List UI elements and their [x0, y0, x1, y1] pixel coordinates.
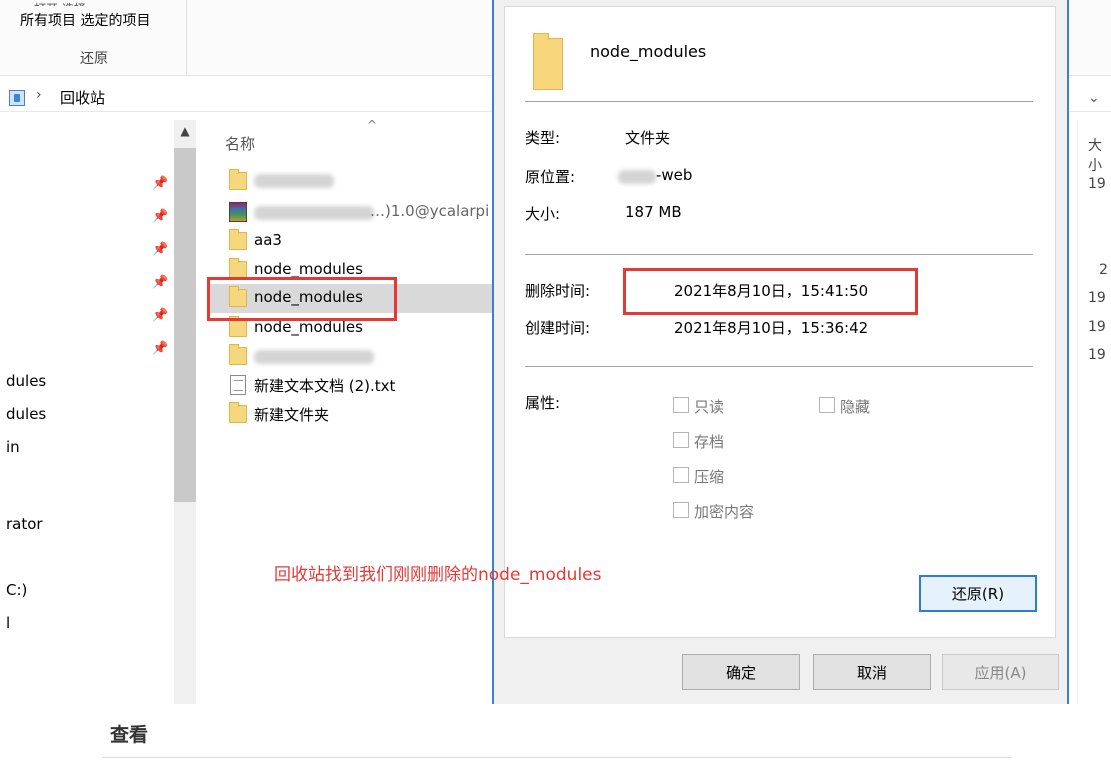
apply-button[interactable]: 应用(A)	[942, 654, 1059, 690]
folder-icon	[229, 402, 247, 423]
pin-icon: 📌	[152, 209, 169, 224]
compress-checkbox[interactable]	[673, 467, 689, 483]
created-time-label: 创建时间:	[525, 319, 591, 337]
section-title: 查看	[110, 724, 149, 746]
nav-item[interactable]: C:)	[6, 581, 27, 599]
folder-large-icon	[533, 33, 563, 90]
nav-item[interactable]: rator	[6, 515, 43, 533]
file-name: 新建文本文档 (2).txt	[254, 377, 396, 395]
folder-icon	[229, 169, 247, 190]
size-value: 19	[1088, 176, 1106, 192]
archive-checkbox[interactable]	[673, 432, 689, 448]
encrypt-label: 加密内容	[694, 503, 755, 521]
archive-label: 存档	[694, 433, 725, 451]
list-item[interactable]: 新建文件夹	[210, 400, 496, 429]
list-item[interactable]: aa3	[210, 227, 496, 256]
encrypt-checkbox[interactable]	[673, 502, 689, 518]
pin-icon: 📌	[152, 176, 169, 191]
divider	[102, 757, 1012, 758]
hidden-checkbox[interactable]	[819, 397, 835, 413]
pin-icon: 📌	[152, 242, 169, 257]
size-value: 2	[1099, 262, 1108, 278]
ok-button[interactable]: 确定	[682, 654, 800, 690]
list-item[interactable]: …)1.0@ycalarpi	[210, 198, 496, 227]
file-name: 新建文件夹	[254, 406, 330, 424]
type-label: 类型:	[525, 129, 561, 147]
divider	[525, 366, 1033, 367]
text-file-icon	[230, 375, 246, 395]
origin-value: -web	[656, 166, 693, 184]
cancel-button[interactable]: 取消	[813, 654, 931, 690]
folder-icon	[229, 316, 247, 337]
compress-label: 压缩	[694, 468, 725, 486]
file-name: …)1.0@ycalarpi	[370, 202, 490, 220]
ribbon-group-label: 还原	[80, 51, 108, 67]
deleted-time-label: 删除时间:	[525, 282, 591, 300]
column-header-size[interactable]: 大小	[1088, 135, 1111, 175]
origin-label: 原位置:	[525, 168, 576, 186]
readonly-label: 只读	[694, 398, 725, 416]
redacted-name	[254, 350, 374, 364]
divider	[525, 101, 1033, 102]
annotation-caption: 回收站找到我们刚刚删除的node_modules	[274, 565, 602, 585]
created-time-value: 2021年8月10日，15:36:42	[674, 319, 869, 337]
chevron-right-icon[interactable]: ›	[36, 87, 42, 103]
size-column	[1077, 120, 1111, 704]
folder-icon	[229, 229, 247, 250]
size-value: 19	[1088, 290, 1106, 306]
highlight-box	[207, 277, 397, 321]
pin-icon: 📌	[152, 341, 169, 356]
nav-item[interactable]: dules	[6, 372, 46, 390]
nav-item[interactable]: l	[6, 614, 10, 632]
redacted-name	[254, 206, 374, 220]
size-label: 大小:	[525, 205, 561, 223]
file-name: node_modules	[254, 260, 363, 278]
list-item[interactable]	[210, 342, 496, 371]
breadcrumb-recycle-bin[interactable]: 回收站	[60, 87, 105, 108]
size-value: 19	[1088, 347, 1106, 363]
nav-item[interactable]: in	[6, 438, 20, 456]
ribbon-clipped-labels: 打开 选择	[34, 0, 134, 6]
column-header-name[interactable]: 名称	[225, 133, 255, 154]
pin-icon: 📌	[152, 275, 169, 290]
hidden-label: 隐藏	[840, 398, 871, 416]
restore-button[interactable]: 还原(R)	[919, 575, 1037, 612]
pin-icon: 📌	[152, 308, 169, 323]
recycle-bin-icon	[9, 90, 25, 106]
sort-ascending-icon: ^	[367, 118, 378, 132]
list-item[interactable]	[210, 167, 496, 196]
chevron-down-icon[interactable]: ⌄	[1088, 90, 1100, 106]
size-value: 19	[1088, 319, 1106, 335]
readonly-checkbox[interactable]	[673, 397, 689, 413]
attributes-label: 属性:	[525, 394, 561, 412]
redacted-name	[254, 174, 334, 188]
nav-item[interactable]: dules	[6, 405, 46, 423]
file-name: aa3	[254, 231, 282, 249]
nav-scrollbar-thumb[interactable]	[174, 148, 196, 502]
folder-icon	[229, 344, 247, 365]
divider	[525, 254, 1033, 255]
archive-icon	[229, 202, 247, 222]
type-value: 文件夹	[625, 129, 671, 147]
list-item[interactable]: 新建文本文档 (2).txt	[210, 371, 496, 400]
highlight-box	[623, 268, 918, 315]
dialog-item-name: node_modules	[590, 42, 707, 61]
redacted-path	[618, 170, 656, 184]
size-value: 187 MB	[625, 203, 682, 221]
scroll-up-arrow-icon[interactable]: ▲	[176, 124, 194, 138]
ribbon-restore-actions[interactable]: 所有项目 选定的项目	[20, 10, 150, 30]
